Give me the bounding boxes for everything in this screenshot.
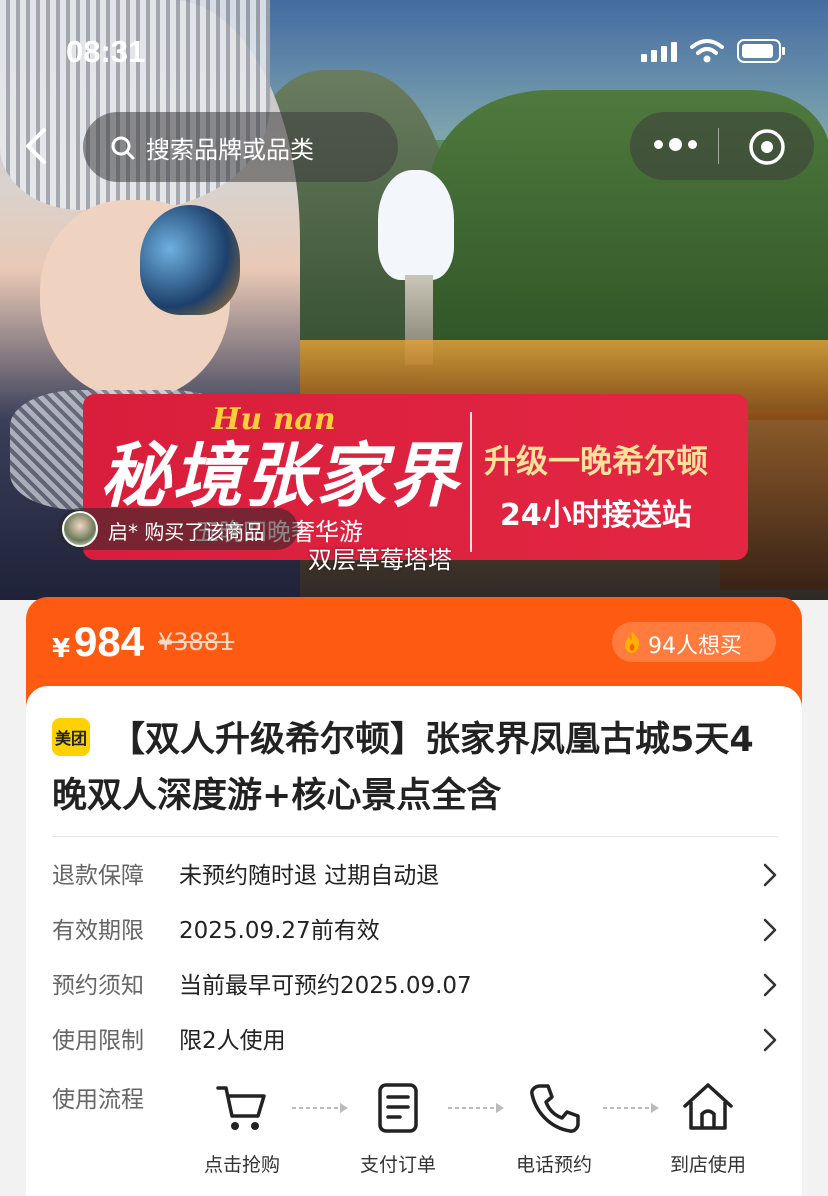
- info-row-booking-notice[interactable]: 预约须知 当前最早可预约2025.09.07: [52, 966, 782, 1006]
- signal-icon: [641, 42, 677, 62]
- chevron-right-icon: [763, 1028, 777, 1052]
- banner-divider: [470, 412, 472, 552]
- banner-right-line2: 24小时接送站: [500, 498, 692, 533]
- flow-step-store: 到店使用: [653, 1080, 763, 1177]
- product-title: 【双人升级希尔顿】张家界凤凰古城5天4晚双人深度游+核心景点全含: [52, 720, 754, 816]
- price-currency: ¥: [52, 634, 71, 664]
- chevron-right-icon: [763, 918, 777, 942]
- flow-step-text: 支付订单: [359, 1154, 436, 1176]
- banner-script-text: Hu nan: [212, 402, 336, 437]
- info-row-label: 有效期限: [52, 918, 144, 944]
- fire-icon: [625, 631, 640, 653]
- flow-step-text: 到店使用: [669, 1154, 746, 1176]
- flow-step-text: 点击抢购: [203, 1154, 280, 1176]
- chevron-right-icon: [763, 973, 777, 997]
- flow-step-call: 电话预约: [499, 1080, 609, 1177]
- capsule-divider: [718, 128, 719, 164]
- buyer-ticker-text: 启* 购买了该商品: [108, 520, 265, 544]
- more-icon[interactable]: [654, 138, 697, 151]
- info-row-refund[interactable]: 退款保障 未预约随时退 过期自动退: [52, 856, 782, 896]
- back-arrow-icon[interactable]: [18, 124, 58, 168]
- close-miniprogram-icon[interactable]: [748, 128, 786, 166]
- want-count-text: 94人想买: [648, 634, 742, 659]
- search-icon: [111, 136, 135, 160]
- hero-heaven-gate-arch: [378, 170, 454, 280]
- phone-icon: [530, 1084, 580, 1133]
- flow-arrow-icon: [292, 1103, 348, 1113]
- wifi-icon: [690, 39, 724, 63]
- info-row-label: 退款保障: [52, 863, 144, 889]
- info-row-value: 当前最早可预约2025.09.07: [179, 973, 472, 999]
- status-time: 08:31: [66, 34, 146, 69]
- info-row-label: 预约须知: [52, 973, 144, 999]
- usage-flow-label: 使用流程: [52, 1087, 144, 1113]
- buyer-avatar: [62, 511, 98, 547]
- flow-step-purchase: 点击抢购: [187, 1080, 297, 1177]
- current-price: 984: [74, 618, 145, 665]
- store-icon: [683, 1083, 733, 1130]
- status-bar: 08:31: [0, 0, 828, 100]
- cart-icon: [216, 1086, 266, 1130]
- battery-icon: [737, 39, 785, 63]
- info-row-label: 使用限制: [52, 1028, 144, 1054]
- original-price: ¥3881: [158, 628, 235, 656]
- chevron-right-icon: [763, 863, 777, 887]
- info-row-validity[interactable]: 有效期限 2025.09.27前有效: [52, 911, 782, 951]
- card-divider: [52, 836, 778, 837]
- meituan-badge: 美团: [52, 718, 90, 756]
- info-row-value: 未预约随时退 过期自动退: [179, 863, 440, 889]
- info-row-value: 2025.09.27前有效: [179, 918, 380, 944]
- info-row-usage-limit[interactable]: 使用限制 限2人使用: [52, 1021, 782, 1061]
- flow-arrow-icon: [448, 1103, 504, 1113]
- hero-butterfly: [140, 205, 240, 315]
- banner-right-line1: 升级一晚希尔顿: [484, 442, 709, 480]
- flow-step-pay: 支付订单: [343, 1080, 453, 1177]
- search-placeholder[interactable]: 搜索品牌或品类: [146, 130, 314, 165]
- receipt-icon: [378, 1083, 418, 1133]
- info-row-value: 限2人使用: [179, 1028, 286, 1054]
- flow-step-text: 电话预约: [515, 1154, 592, 1176]
- shop-name: 双层草莓塔塔: [308, 546, 452, 574]
